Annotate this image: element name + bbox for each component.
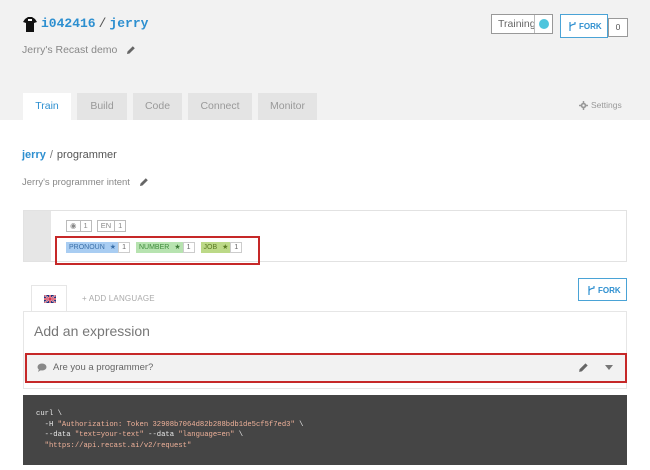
- fork-count: 0: [608, 18, 628, 37]
- fork-label: FORK: [579, 22, 602, 31]
- breadcrumb: jerry / programmer: [22, 149, 117, 161]
- training-label: Training: [498, 18, 536, 30]
- breadcrumb-intent: programmer: [56, 149, 117, 161]
- fork-icon: [569, 22, 576, 31]
- code-line-3-end: \: [234, 431, 244, 439]
- uk-flag-icon: [44, 295, 56, 303]
- code-line-2-end: \: [294, 420, 304, 429]
- language-code: EN: [100, 221, 112, 230]
- tab-code[interactable]: Code: [133, 93, 182, 120]
- curl-code-snippet: curl \ -H "Authorization: Token 32908b70…: [23, 395, 627, 465]
- code-auth-token: "Authorization: Token 32908b7064d82b288b…: [57, 420, 295, 429]
- intent-meta: ◉ 1 EN 1: [66, 220, 127, 232]
- code-data-flag-1: --data: [36, 431, 75, 439]
- intent-description: Jerry's programmer intent: [22, 177, 149, 188]
- repo-title: i042416/jerry: [41, 16, 148, 31]
- expressions-count-chip: ◉ 1: [66, 220, 92, 232]
- tab-build[interactable]: Build: [77, 93, 127, 120]
- fork-button[interactable]: FORK: [560, 14, 608, 38]
- edit-description-icon[interactable]: [126, 45, 136, 55]
- training-status-dot-icon: [539, 19, 549, 29]
- language-count: 1: [114, 221, 125, 231]
- bot-name-link[interactable]: jerry: [109, 16, 148, 31]
- breadcrumb-separator: /: [49, 149, 53, 161]
- breadcrumb-bot-link[interactable]: jerry: [22, 149, 46, 161]
- code-endpoint-url: "https://api.recast.ai/v2/request": [36, 441, 192, 450]
- expressions-count: 1: [79, 221, 91, 231]
- tab-monitor[interactable]: Monitor: [258, 93, 317, 120]
- add-language-button[interactable]: + ADD LANGUAGE: [82, 294, 155, 303]
- fork-icon: [588, 286, 595, 295]
- tab-train[interactable]: Train: [23, 93, 71, 120]
- avatar-icon[interactable]: [22, 15, 38, 33]
- code-data-flag-2: --data: [143, 431, 179, 439]
- settings-label: Settings: [591, 100, 622, 110]
- tab-connect[interactable]: Connect: [188, 93, 252, 120]
- card-gutter: [24, 211, 51, 261]
- language-tab-en[interactable]: [31, 285, 67, 312]
- code-line-1: curl \: [36, 410, 62, 418]
- title-separator: /: [98, 16, 107, 31]
- code-header-flag: -H: [36, 420, 58, 429]
- expression-highlight-box: [25, 353, 627, 383]
- repo-header: i042416/jerry Jerry's Recast demo Traini…: [0, 0, 650, 120]
- gear-icon: [579, 101, 588, 110]
- expression-bubble-icon: ◉: [70, 221, 77, 230]
- fork-intent-label: FORK: [598, 286, 621, 295]
- owner-link[interactable]: i042416: [41, 16, 96, 31]
- training-status: [534, 15, 552, 33]
- code-data-language: "language=en": [178, 431, 235, 439]
- add-expression-input[interactable]: [34, 323, 554, 339]
- settings-link[interactable]: Settings: [579, 100, 622, 110]
- language-chip: EN 1: [96, 220, 127, 232]
- entities-highlight-box: [55, 236, 260, 265]
- intent-description-text: Jerry's programmer intent: [22, 177, 130, 188]
- bot-description: Jerry's Recast demo: [22, 44, 136, 56]
- code-data-text: "text=your-text": [74, 431, 144, 439]
- edit-intent-description-icon[interactable]: [139, 177, 149, 187]
- training-button[interactable]: Training: [491, 14, 553, 34]
- fork-intent-button[interactable]: FORK: [578, 278, 627, 301]
- bot-description-text: Jerry's Recast demo: [22, 44, 118, 56]
